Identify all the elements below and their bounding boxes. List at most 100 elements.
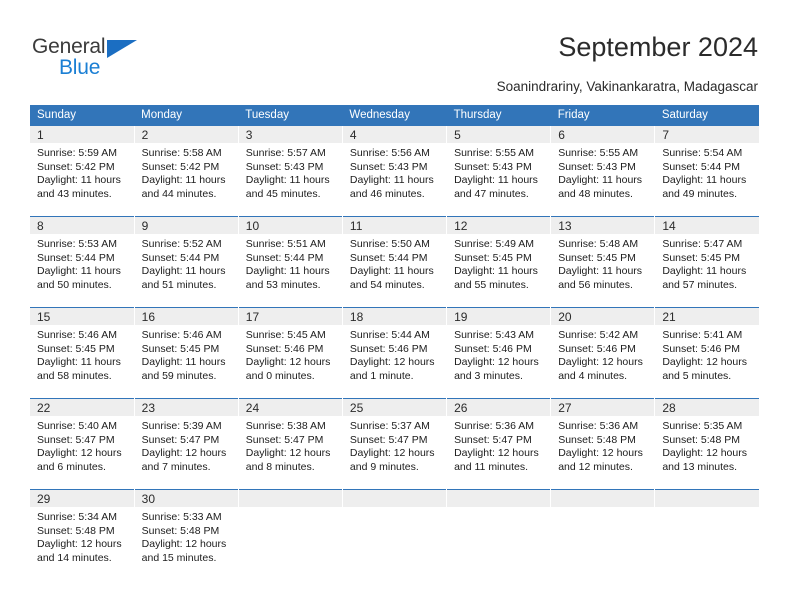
daylight-text-line2: and 48 minutes. bbox=[558, 187, 633, 200]
page-title: September 2024 bbox=[558, 32, 758, 62]
day-number: 11 bbox=[342, 217, 447, 234]
daylight-text-line1: Daylight: 12 hours bbox=[662, 447, 747, 460]
sunset-text: Sunset: 5:42 PM bbox=[37, 160, 115, 173]
day-cell[interactable]: 26 Sunrise: 5:36 AM Sunset: 5:47 PM Dayligh… bbox=[446, 398, 552, 490]
sunset-text: Sunset: 5:45 PM bbox=[37, 342, 115, 355]
daylight-text-line1: Daylight: 11 hours bbox=[349, 174, 434, 187]
day-cell[interactable]: 3 Sunrise: 5:57 AM Sunset: 5:43 PM Daylight… bbox=[238, 126, 343, 217]
sunrise-text: Sunrise: 5:58 AM bbox=[141, 147, 222, 159]
day-details: Sunrise: 5:41 AM Sunset: 5:46 PM Daylight:… bbox=[655, 325, 759, 383]
day-details: Sunrise: 5:42 AM Sunset: 5:46 PM Daylight:… bbox=[551, 325, 654, 383]
daylight-text-line2: and 14 minutes. bbox=[37, 551, 112, 564]
day-cell[interactable]: 13 Sunrise: 5:48 AM Sunset: 5:45 PM Dayligh… bbox=[550, 216, 656, 308]
day-cell[interactable]: 19 Sunrise: 5:43 AM Sunset: 5:46 PM Dayligh… bbox=[446, 307, 552, 399]
day-cell[interactable]: 23 Sunrise: 5:39 AM Sunset: 5:47 PM Dayligh… bbox=[134, 398, 239, 490]
day-details bbox=[343, 507, 446, 511]
sunset-text: Sunset: 5:45 PM bbox=[454, 251, 532, 264]
sunset-text: Sunset: 5:43 PM bbox=[349, 160, 428, 173]
day-cell[interactable]: 1 Sunrise: 5:59 AM Sunset: 5:42 PM Daylight… bbox=[30, 126, 135, 217]
daylight-text-line2: and 46 minutes. bbox=[349, 187, 425, 200]
day-cell[interactable]: 12 Sunrise: 5:49 AM Sunset: 5:45 PM Dayligh… bbox=[446, 216, 552, 308]
day-cell[interactable]: 17 Sunrise: 5:45 AM Sunset: 5:46 PM Dayligh… bbox=[238, 307, 343, 399]
daylight-text-line1: Daylight: 11 hours bbox=[245, 174, 330, 187]
daylight-text-line2: and 54 minutes. bbox=[349, 278, 425, 291]
day-details: Sunrise: 5:38 AM Sunset: 5:47 PM Daylight:… bbox=[239, 416, 342, 474]
daylight-text-line2: and 15 minutes. bbox=[141, 551, 217, 564]
day-cell[interactable]: 28 Sunrise: 5:35 AM Sunset: 5:48 PM Dayligh… bbox=[654, 398, 759, 490]
weekday-header-sunday: Sunday bbox=[30, 105, 135, 126]
day-cell[interactable]: 10 Sunrise: 5:51 AM Sunset: 5:44 PM Dayligh… bbox=[238, 216, 343, 308]
day-cell[interactable]: 7 Sunrise: 5:54 AM Sunset: 5:44 PM Daylight… bbox=[654, 126, 759, 217]
day-cell[interactable]: 21 Sunrise: 5:41 AM Sunset: 5:46 PM Dayligh… bbox=[654, 307, 759, 399]
day-details: Sunrise: 5:48 AM Sunset: 5:45 PM Daylight:… bbox=[551, 234, 654, 292]
day-cell[interactable]: 27 Sunrise: 5:36 AM Sunset: 5:48 PM Dayligh… bbox=[550, 398, 656, 490]
sunset-text: Sunset: 5:47 PM bbox=[454, 433, 532, 446]
day-number: 29 bbox=[30, 490, 134, 507]
day-details: Sunrise: 5:35 AM Sunset: 5:48 PM Daylight:… bbox=[655, 416, 759, 474]
sunrise-text: Sunrise: 5:47 AM bbox=[662, 238, 743, 250]
day-details: Sunrise: 5:59 AM Sunset: 5:42 PM Daylight:… bbox=[30, 143, 134, 201]
daylight-text-line1: Daylight: 12 hours bbox=[349, 356, 435, 369]
day-cell[interactable]: 22 Sunrise: 5:40 AM Sunset: 5:47 PM Dayligh… bbox=[30, 398, 135, 490]
sunset-text: Sunset: 5:42 PM bbox=[141, 160, 220, 173]
day-number: 27 bbox=[551, 399, 655, 416]
day-cell[interactable]: 30 Sunrise: 5:33 AM Sunset: 5:48 PM Dayligh… bbox=[134, 489, 239, 580]
logo-text-general: General bbox=[32, 35, 106, 58]
sunrise-text: Sunrise: 5:52 AM bbox=[141, 238, 222, 250]
day-cell[interactable]: 9 Sunrise: 5:52 AM Sunset: 5:44 PM Daylight… bbox=[134, 216, 239, 308]
day-number: 16 bbox=[134, 308, 238, 325]
sunset-text: Sunset: 5:46 PM bbox=[558, 342, 636, 355]
daylight-text-line1: Daylight: 12 hours bbox=[454, 447, 539, 460]
daylight-text-line1: Daylight: 12 hours bbox=[558, 356, 643, 369]
day-cell[interactable]: 15 Sunrise: 5:46 AM Sunset: 5:45 PM Dayligh… bbox=[30, 307, 135, 399]
day-details: Sunrise: 5:36 AM Sunset: 5:47 PM Daylight:… bbox=[447, 416, 550, 474]
day-cell[interactable]: 29 Sunrise: 5:34 AM Sunset: 5:48 PM Dayligh… bbox=[30, 489, 135, 580]
day-number: 13 bbox=[551, 217, 655, 234]
day-cell[interactable]: 8 Sunrise: 5:53 AM Sunset: 5:44 PM Daylight… bbox=[30, 216, 135, 308]
day-cell[interactable]: 18 Sunrise: 5:44 AM Sunset: 5:46 PM Dayligh… bbox=[342, 307, 448, 399]
sunset-text: Sunset: 5:44 PM bbox=[662, 160, 740, 173]
logo-triangle-icon bbox=[107, 40, 137, 58]
day-details bbox=[655, 507, 759, 511]
daylight-text-line1: Daylight: 12 hours bbox=[558, 447, 643, 460]
day-details: Sunrise: 5:55 AM Sunset: 5:43 PM Daylight:… bbox=[551, 143, 654, 201]
daylight-text-line1: Daylight: 11 hours bbox=[37, 174, 121, 187]
day-cell[interactable]: 4 Sunrise: 5:56 AM Sunset: 5:43 PM Daylight… bbox=[342, 126, 448, 217]
day-cell[interactable]: 16 Sunrise: 5:46 AM Sunset: 5:45 PM Dayligh… bbox=[134, 307, 239, 399]
sunrise-text: Sunrise: 5:36 AM bbox=[454, 420, 535, 432]
calendar-week-row: 29 Sunrise: 5:34 AM Sunset: 5:48 PM Dayligh… bbox=[30, 489, 759, 580]
day-cell[interactable]: 14 Sunrise: 5:47 AM Sunset: 5:45 PM Dayligh… bbox=[654, 216, 759, 308]
daylight-text-line1: Daylight: 12 hours bbox=[245, 447, 331, 460]
day-details: Sunrise: 5:50 AM Sunset: 5:44 PM Daylight:… bbox=[343, 234, 446, 292]
daylight-text-line2: and 43 minutes. bbox=[37, 187, 112, 200]
daylight-text-line2: and 56 minutes. bbox=[558, 278, 633, 291]
day-cell[interactable]: 20 Sunrise: 5:42 AM Sunset: 5:46 PM Dayligh… bbox=[550, 307, 656, 399]
daylight-text-line2: and 51 minutes. bbox=[141, 278, 217, 291]
day-number: 22 bbox=[30, 399, 134, 416]
day-cell[interactable]: 2 Sunrise: 5:58 AM Sunset: 5:42 PM Daylight… bbox=[134, 126, 239, 217]
sunset-text: Sunset: 5:45 PM bbox=[662, 251, 740, 264]
sunset-text: Sunset: 5:46 PM bbox=[349, 342, 428, 355]
daylight-text-line1: Daylight: 11 hours bbox=[245, 265, 330, 278]
calendar-page: General Blue September 2024 Soanindrarin… bbox=[0, 0, 792, 612]
day-cell[interactable]: 6 Sunrise: 5:55 AM Sunset: 5:43 PM Daylight… bbox=[550, 126, 656, 217]
day-cell[interactable]: 5 Sunrise: 5:55 AM Sunset: 5:43 PM Daylight… bbox=[446, 126, 552, 217]
day-number: 2 bbox=[134, 126, 238, 143]
sunset-text: Sunset: 5:47 PM bbox=[349, 433, 428, 446]
day-details: Sunrise: 5:46 AM Sunset: 5:45 PM Daylight:… bbox=[135, 325, 238, 383]
daylight-text-line1: Daylight: 11 hours bbox=[349, 265, 434, 278]
calendar-grid: Sunday Monday Tuesday Wednesday Thursday… bbox=[30, 105, 759, 580]
daylight-text-line2: and 1 minute. bbox=[349, 369, 414, 382]
day-cell[interactable]: 24 Sunrise: 5:38 AM Sunset: 5:47 PM Dayligh… bbox=[238, 398, 343, 490]
day-details bbox=[447, 507, 550, 511]
sunset-text: Sunset: 5:48 PM bbox=[37, 524, 115, 537]
day-cell[interactable]: 25 Sunrise: 5:37 AM Sunset: 5:47 PM Dayligh… bbox=[342, 398, 448, 490]
day-number bbox=[342, 490, 447, 507]
daylight-text-line2: and 50 minutes. bbox=[37, 278, 112, 291]
day-cell[interactable]: 11 Sunrise: 5:50 AM Sunset: 5:44 PM Dayligh… bbox=[342, 216, 448, 308]
page-header: General Blue September 2024 Soanindrarin… bbox=[0, 0, 792, 100]
day-details: Sunrise: 5:47 AM Sunset: 5:45 PM Daylight:… bbox=[655, 234, 759, 292]
day-details bbox=[551, 507, 654, 511]
day-number: 4 bbox=[342, 126, 447, 143]
daylight-text-line2: and 55 minutes. bbox=[454, 278, 529, 291]
